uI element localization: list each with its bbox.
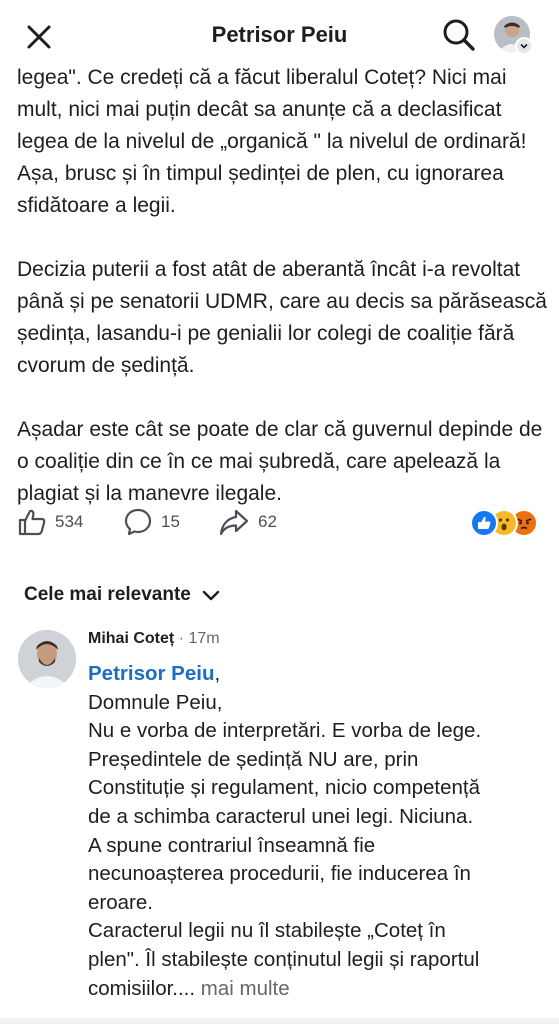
comment-line: plen". Îl stabilește conținutul legii și… <box>88 947 480 971</box>
comment-time[interactable]: 17m <box>188 630 219 647</box>
post-paragraph: legea". Ce credeți că a făcut liberalul … <box>17 66 527 217</box>
comment-icon <box>124 508 152 536</box>
chevron-down-icon <box>202 590 220 601</box>
comment-line: comisiilor.... <box>88 976 196 1000</box>
chevron-down-icon <box>515 37 533 55</box>
comment-line: Președintele de ședință NU are, prin <box>88 747 419 771</box>
comment-sort-dropdown[interactable]: Cele mai relevante <box>24 580 221 610</box>
comment-line: A spune contrariul înseamnă fie <box>88 833 376 857</box>
comment-line: Caracterul legii nu îl stabilește „Coteț… <box>88 919 446 943</box>
share-button[interactable]: 62 <box>218 500 277 544</box>
like-count: 534 <box>55 512 84 531</box>
post-paragraph: Așadar este cât se poate de clar că guve… <box>17 418 543 505</box>
reaction-summary[interactable] <box>470 509 544 537</box>
comment-line: necunoașterea procedurii, fie inducerea … <box>88 862 471 886</box>
comment-line: Domnule Peiu, <box>88 690 223 714</box>
comment-author[interactable]: Mihai Coteț <box>88 630 174 647</box>
comment-mention-suffix: , <box>214 662 221 685</box>
post-text: legea". Ce credeți că a făcut liberalul … <box>17 62 547 542</box>
share-count: 62 <box>258 512 277 531</box>
comment-last-line: comisiilor.... mai multe <box>88 975 548 1004</box>
comment-button[interactable]: 15 <box>123 500 180 544</box>
divider <box>0 1018 559 1024</box>
post-actions-bar: 534 15 62 <box>0 500 559 544</box>
like-reaction-icon <box>470 509 498 537</box>
like-button[interactable]: 534 <box>17 500 83 544</box>
comment-header: Mihai Coteț · 17m <box>88 630 220 648</box>
search-button[interactable] <box>440 16 478 54</box>
comment-line: Nu e vorba de interpretări. E vorba de l… <box>88 719 482 743</box>
comment-mention-line: Petrisor Peiu, <box>88 660 548 689</box>
search-icon <box>443 19 475 51</box>
comment-mention[interactable]: Petrisor Peiu <box>88 662 214 685</box>
see-more-link[interactable]: mai multe <box>201 977 290 1000</box>
commenter-avatar[interactable] <box>18 630 76 688</box>
share-icon <box>219 509 249 536</box>
comment-line: de a schimba caracterul unei legi. Niciu… <box>88 804 474 828</box>
post-paragraph: Decizia puterii a fost atât de aberantă … <box>17 258 547 377</box>
thumbs-up-icon <box>18 509 46 536</box>
sort-label: Cele mai relevante <box>24 584 191 605</box>
comment-count: 15 <box>161 512 180 531</box>
comment-line: Constituție și regulament, nicio compete… <box>88 776 480 800</box>
profile-avatar-button[interactable] <box>494 16 533 55</box>
comment-line: eroare. <box>88 890 153 914</box>
comment-separator: · <box>174 630 189 647</box>
comment-text: Petrisor Peiu, Domnule Peiu, Nu e vorba … <box>88 660 548 1003</box>
